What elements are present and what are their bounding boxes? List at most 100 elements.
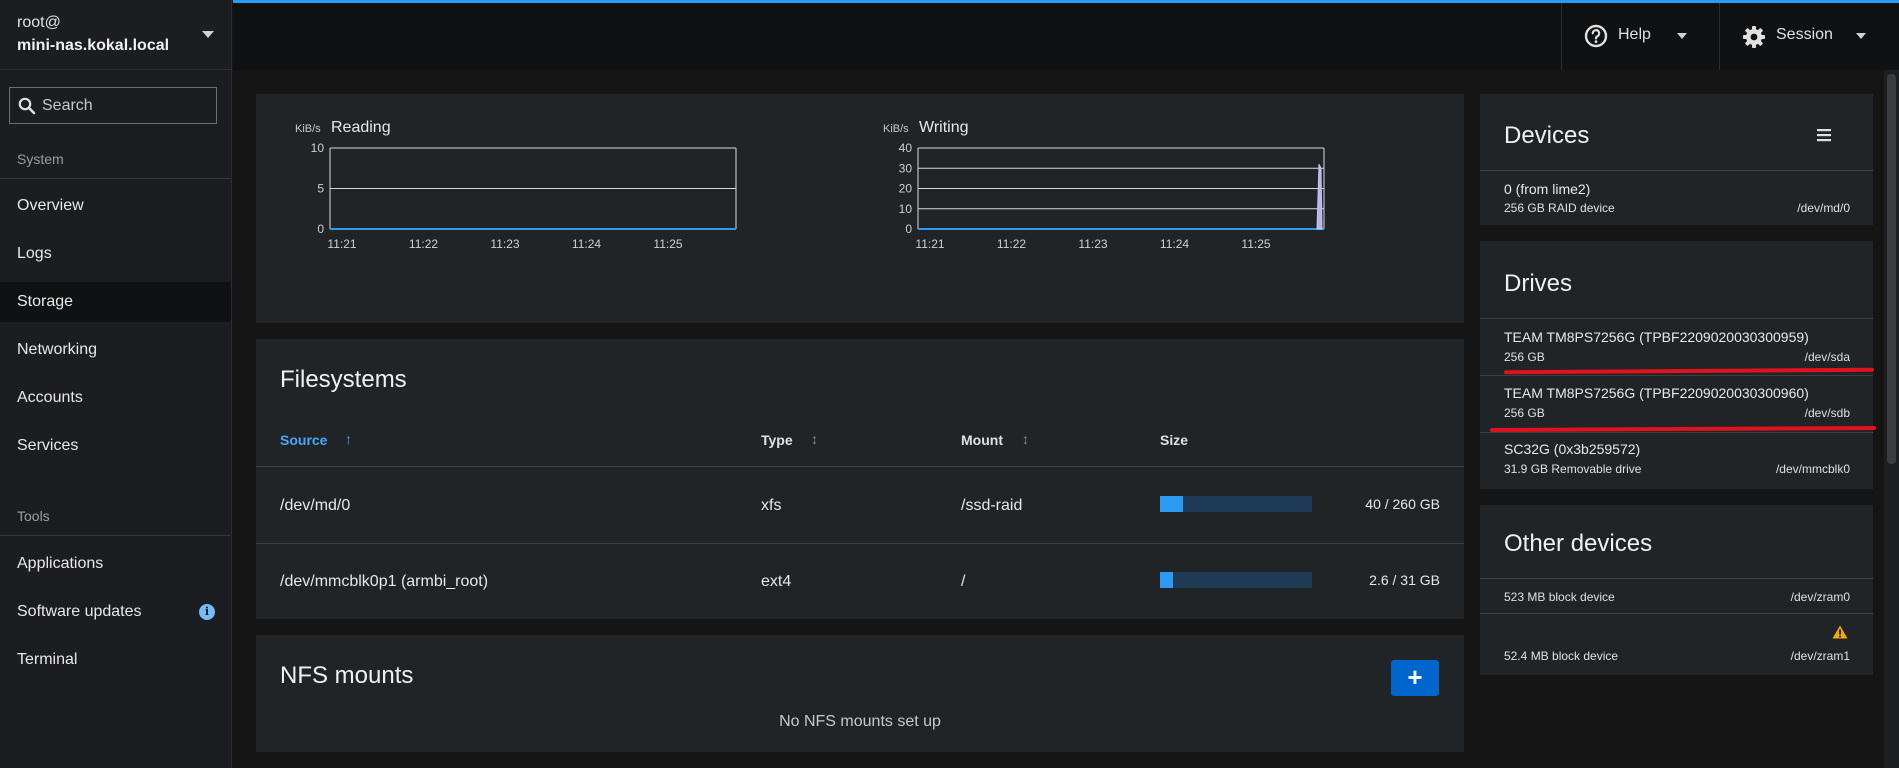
x-tick-label: 11:25	[1241, 237, 1270, 251]
divider	[1480, 613, 1873, 614]
search-input[interactable]	[42, 88, 212, 123]
divider	[1480, 432, 1873, 433]
y-tick-label: 30	[899, 161, 913, 175]
nfs-title: NFS mounts	[280, 662, 414, 689]
nav-item-accounts[interactable]: Accounts	[0, 378, 231, 418]
y-tick-label: 0	[317, 222, 324, 236]
warning-icon	[1832, 625, 1848, 639]
device-desc: 52.4 MB block device	[1504, 649, 1619, 663]
divider	[256, 466, 1464, 467]
writing-chart: 40 30 20 10 011:21 11:22 11:23 11:24 11:25	[899, 141, 1325, 251]
device-name: 0 (from lime2)	[1504, 181, 1591, 197]
device-desc: 256 GB RAID device	[1504, 201, 1615, 215]
other-devices-title: Other devices	[1504, 530, 1653, 557]
drive-path: /dev/mmcblk0	[1775, 462, 1850, 476]
fs-size: 40 / 260 GB	[1365, 496, 1440, 512]
column-header-type[interactable]: Type	[761, 432, 793, 448]
gear-icon	[1743, 26, 1765, 48]
divider	[256, 543, 1464, 544]
drives-title: Drives	[1504, 270, 1573, 297]
divider	[1480, 375, 1873, 376]
scrollbar[interactable]	[1884, 70, 1899, 768]
help-menu-button[interactable]: Help	[1561, 3, 1719, 70]
fs-mount: /	[961, 573, 966, 590]
x-tick-label: 11:22	[997, 237, 1026, 251]
nav-item-services[interactable]: Services	[0, 426, 231, 466]
host-name: mini-nas.kokal.local	[17, 37, 170, 54]
reading-chart: 10 5 011:21 11:22 11:23 11:24 11:25	[311, 141, 737, 251]
session-label: Session	[1776, 26, 1833, 43]
reading-chart-unit: KiB/s	[295, 123, 321, 135]
x-tick-label: 11:24	[1160, 237, 1189, 251]
divider	[0, 178, 231, 179]
device-path: /dev/zram1	[1790, 649, 1850, 663]
drive-path: /dev/sda	[1804, 350, 1850, 364]
menu-icon[interactable]	[1816, 128, 1832, 142]
nav-item-applications[interactable]: Applications	[0, 544, 231, 584]
search-icon	[18, 97, 36, 115]
drive-name: TEAM TM8PS7256G (TPBF2209020030300960)	[1504, 385, 1809, 401]
section-label-tools: Tools	[17, 508, 50, 524]
divider	[0, 535, 231, 536]
series-spike	[1316, 163, 1323, 230]
device-path: /dev/zram0	[1790, 590, 1850, 604]
device-desc: 523 MB block device	[1504, 590, 1615, 604]
help-label: Help	[1618, 26, 1651, 43]
writing-chart-unit: KiB/s	[883, 123, 909, 135]
divider	[1480, 578, 1873, 579]
drive-size: 256 GB	[1504, 350, 1545, 364]
scrollbar-thumb[interactable]	[1887, 74, 1896, 464]
sort-icon[interactable]: ↕	[811, 431, 818, 447]
sort-ascending-icon[interactable]: ↑	[345, 431, 352, 447]
nav-item-storage[interactable]: Storage	[0, 282, 231, 322]
caret-down-icon	[202, 31, 214, 38]
nav-item-software-updates[interactable]: Software updates i	[0, 592, 231, 632]
x-tick-label: 11:21	[327, 237, 356, 251]
x-tick-label: 11:21	[915, 237, 944, 251]
device-path: /dev/md/0	[1797, 201, 1850, 215]
search-field[interactable]	[9, 87, 217, 124]
host-switcher[interactable]: root@ mini-nas.kokal.local	[0, 0, 231, 70]
section-label-system: System	[17, 151, 64, 167]
top-bar: Help Session	[233, 0, 1899, 70]
y-tick-label: 10	[311, 141, 325, 155]
x-tick-label: 11:23	[1078, 237, 1107, 251]
fs-source: /dev/md/0	[280, 497, 351, 514]
x-tick-label: 11:22	[409, 237, 438, 251]
nav-item-label: Software updates	[17, 603, 142, 620]
column-header-source[interactable]: Source	[280, 432, 327, 448]
x-tick-label: 11:25	[653, 237, 682, 251]
column-header-mount[interactable]: Mount	[961, 432, 1003, 448]
y-tick-label: 20	[899, 182, 913, 196]
fs-type: xfs	[761, 497, 782, 514]
sort-icon[interactable]: ↕	[1022, 431, 1029, 447]
nav-item-terminal[interactable]: Terminal	[0, 640, 231, 680]
nfs-empty-message: No NFS mounts set up	[779, 713, 941, 730]
y-tick-label: 0	[905, 222, 912, 236]
nav-item-networking[interactable]: Networking	[0, 330, 231, 370]
drive-name: SC32G (0x3b259572)	[1504, 441, 1641, 457]
devices-title: Devices	[1504, 122, 1590, 149]
add-nfs-mount-button[interactable]: +	[1391, 660, 1439, 696]
fs-mount: /ssd-raid	[961, 497, 1023, 514]
writing-chart-title: Writing	[919, 119, 969, 136]
divider	[1480, 318, 1873, 319]
column-header-size: Size	[1160, 432, 1189, 448]
usage-bar-fill	[1160, 572, 1173, 588]
y-tick-label: 5	[317, 182, 324, 196]
info-icon: i	[199, 604, 215, 620]
nav-item-logs[interactable]: Logs	[0, 234, 231, 274]
drive-path: /dev/sdb	[1804, 406, 1850, 420]
fs-type: ext4	[761, 573, 792, 590]
drive-size: 256 GB	[1504, 406, 1545, 420]
usage-bar-fill	[1160, 496, 1184, 512]
usage-bar	[1160, 572, 1312, 588]
y-tick-label: 40	[899, 141, 913, 155]
nav-item-overview[interactable]: Overview	[0, 186, 231, 226]
sidebar: root@ mini-nas.kokal.local System Overvi…	[0, 0, 232, 768]
drive-name: TEAM TM8PS7256G (TPBF2209020030300959)	[1504, 329, 1809, 345]
host-user: root@	[17, 14, 61, 31]
session-menu-button[interactable]: Session	[1719, 3, 1899, 70]
caret-down-icon	[1856, 33, 1866, 39]
fs-size: 2.6 / 31 GB	[1369, 572, 1440, 588]
